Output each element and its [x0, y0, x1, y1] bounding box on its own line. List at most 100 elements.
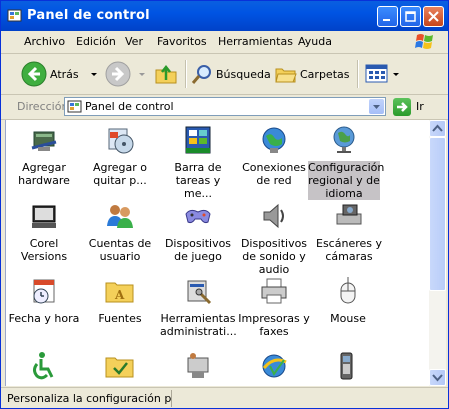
windows-logo-icon: [415, 34, 433, 49]
item-label: Herramientas administrati...: [160, 312, 237, 338]
address-bar: Dirección Panel de control Ir: [1, 95, 448, 120]
control-panel-icon: [67, 100, 82, 113]
cp-item-sound-devices[interactable]: Dispositivos de sonido y audio: [236, 200, 312, 276]
menu-edicion[interactable]: Edición: [76, 35, 116, 48]
go-button[interactable]: [393, 98, 411, 116]
forward-button[interactable]: [105, 60, 147, 88]
cp-item-mouse[interactable]: Mouse: [310, 275, 386, 325]
svg-text:A: A: [114, 288, 125, 302]
cp-item-admin-tools[interactable]: Herramientas administrati...: [160, 275, 237, 338]
cp-item-add-remove-programs[interactable]: Agregar o quitar p...: [82, 124, 158, 187]
status-bar: Personaliza la configuración para mostra…: [1, 387, 448, 408]
chevron-down-icon[interactable]: [137, 69, 147, 79]
explorer-window: Panel de control Archivo Edición Ver Fav…: [0, 0, 449, 409]
chevron-down-icon[interactable]: [391, 69, 401, 79]
item-label: Escáneres y cámaras: [316, 237, 382, 263]
cp-item-scanners-cameras[interactable]: Escáneres y cámaras: [310, 200, 388, 263]
forward-arrow-icon: [105, 61, 131, 87]
control-panel-content: Agregar hardware Agregar o quitar p... B…: [5, 120, 429, 386]
chevron-down-icon: [373, 105, 380, 109]
address-dropdown-button[interactable]: [369, 99, 384, 114]
item-label: Cuentas de usuario: [88, 237, 152, 263]
search-icon: [191, 65, 211, 84]
chevron-down-icon: [432, 374, 443, 382]
item-label: Dispositivos de juego: [164, 237, 232, 263]
back-arrow-icon: [21, 61, 47, 87]
window-title: Panel de control: [27, 8, 150, 23]
control-panel-icon: [7, 9, 22, 22]
cp-item-printers-faxes[interactable]: Impresoras y faxes: [236, 275, 312, 338]
folders-button[interactable]: Carpetas: [275, 60, 349, 88]
standard-toolbar: Atrás Búsqueda Carpetas: [1, 54, 448, 95]
scroll-up-button[interactable]: [429, 120, 446, 137]
phone-options-icon[interactable]: [330, 350, 362, 382]
maximize-button[interactable]: [400, 6, 421, 27]
item-label: Fuentes: [98, 312, 142, 325]
game-controllers-icon: [185, 209, 211, 224]
item-label: Mouse: [330, 312, 366, 325]
title-bar[interactable]: Panel de control: [1, 1, 448, 31]
minimize-button[interactable]: [377, 6, 398, 27]
date-time-icon: [33, 279, 55, 304]
add-remove-programs-icon: [108, 128, 134, 154]
sound-devices-icon: [263, 203, 284, 229]
address-label: Dirección: [17, 100, 69, 113]
menu-favoritos[interactable]: Favoritos: [157, 35, 207, 48]
menu-ayuda[interactable]: Ayuda: [298, 35, 332, 48]
search-label: Búsqueda: [216, 67, 271, 81]
views-button[interactable]: [365, 60, 401, 88]
cp-item-regional-settings[interactable]: Configuración regional y de idioma: [308, 124, 384, 200]
item-label: Impresoras y faxes: [238, 312, 310, 338]
up-folder-icon: [155, 64, 177, 84]
up-folder-button[interactable]: [154, 60, 178, 88]
item-label: Fecha y hora: [8, 312, 80, 325]
go-label[interactable]: Ir: [416, 100, 424, 113]
menu-archivo[interactable]: Archivo: [24, 35, 65, 48]
views-icon: [365, 64, 388, 83]
item-label: Dispositivos de sonido y audio: [240, 237, 308, 276]
internet-options-icon[interactable]: [258, 350, 290, 382]
scroll-down-button[interactable]: [429, 369, 446, 386]
chevron-up-icon: [432, 124, 443, 132]
printers-faxes-icon: [261, 278, 287, 304]
item-label: Barra de tareas y me...: [174, 161, 222, 200]
cp-item-date-time[interactable]: Fecha y hora: [6, 275, 82, 325]
item-label: Corel Versions: [20, 237, 68, 263]
scroll-thumb[interactable]: [429, 137, 446, 291]
status-text: Personaliza la configuración para mostra…: [7, 392, 171, 405]
cp-item-game-controllers[interactable]: Dispositivos de juego: [160, 200, 236, 263]
cp-item-taskbar-start-menu[interactable]: Barra de tareas y me...: [160, 124, 236, 200]
cp-item-fonts[interactable]: A Fuentes: [82, 275, 158, 325]
cp-item-add-hardware[interactable]: Agregar hardware: [6, 124, 82, 187]
fonts-folder-icon: A: [105, 282, 134, 303]
chevron-down-icon[interactable]: [89, 69, 99, 79]
go-arrow-icon: [397, 102, 408, 112]
close-button[interactable]: [423, 6, 444, 27]
vertical-scrollbar[interactable]: [429, 120, 446, 386]
back-button[interactable]: Atrás: [21, 60, 99, 88]
item-label: Agregar o quitar p...: [92, 161, 148, 187]
item-label: Conexiones de red: [242, 161, 306, 187]
taskbar-icon: [185, 126, 211, 154]
folder-options-icon[interactable]: [104, 350, 136, 382]
hardware-icon: [31, 131, 57, 151]
menu-herramientas[interactable]: Herramientas: [218, 35, 293, 48]
item-label: Agregar hardware: [18, 161, 70, 187]
scanners-cameras-icon: [336, 204, 362, 225]
regional-settings-icon: [333, 126, 355, 153]
corel-versions-icon: [32, 205, 56, 228]
phone-modem-icon[interactable]: [182, 350, 214, 382]
cp-item-network-connections[interactable]: Conexiones de red: [236, 124, 312, 187]
accessibility-icon[interactable]: [28, 350, 60, 382]
folders-icon: [275, 68, 297, 83]
cp-item-user-accounts[interactable]: Cuentas de usuario: [82, 200, 158, 263]
cp-item-corel-versions[interactable]: Corel Versions: [6, 200, 82, 263]
mouse-icon: [340, 276, 356, 304]
network-connections-icon: [262, 127, 286, 153]
address-input[interactable]: Panel de control: [64, 97, 386, 116]
address-value: Panel de control: [85, 100, 174, 113]
user-accounts-icon: [107, 205, 133, 228]
admin-tools-icon: [187, 280, 212, 305]
search-button[interactable]: Búsqueda: [191, 60, 271, 88]
menu-ver[interactable]: Ver: [125, 35, 143, 48]
